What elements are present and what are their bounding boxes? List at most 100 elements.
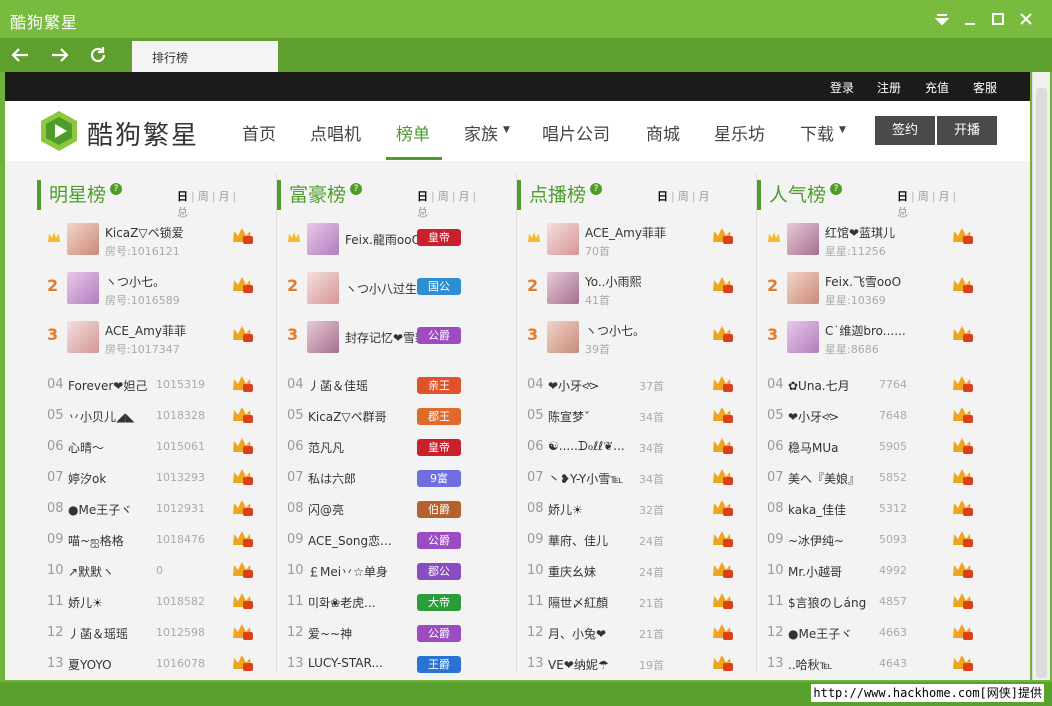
rank-row[interactable]: 04 ✿Una.七月 7764 [725,375,973,403]
avatar[interactable] [307,272,339,304]
user-name[interactable]: 红馆❤蓝琪儿 [825,224,929,241]
help-icon[interactable]: ? [590,183,603,195]
period-tab[interactable]: 周 [678,190,689,203]
user-name[interactable]: ACE_Amy菲菲 [585,224,689,241]
rank-row[interactable]: 10 Mr.小越哥 4992 [725,561,973,589]
vertical-scrollbar[interactable] [1032,72,1050,680]
rank-row[interactable]: 11 隔世〆紅顏 21首 [485,592,733,620]
rank-row[interactable]: 13 VE❤纳妮☂ 19首 [485,654,733,680]
period-tab[interactable]: 日 [657,190,668,203]
period-tab[interactable]: 月 [218,190,229,203]
top-rank-row[interactable]: 2 ヽつ小七。 房号:1016589 [5,272,253,316]
menu-download[interactable]: 下载 [800,120,834,145]
rank-row[interactable]: 05 丷小贝儿◢◣ 1018328 [5,406,253,434]
rank-row[interactable]: 06 稳马MUa 5905 [725,437,973,465]
close-icon[interactable] [1013,6,1039,32]
avatar[interactable] [307,321,339,353]
user-name[interactable]: 丿菡＆佳瑶 [308,377,414,394]
avatar[interactable] [787,272,819,304]
period-tab[interactable]: 总 [177,206,188,219]
top-rank-row[interactable]: 3 ヽつ小七。 39首 [485,321,733,365]
rank-row[interactable]: 12 丿菡＆瑶瑶 1012598 [5,623,253,651]
rank-row[interactable]: 10 ↗默默ヽ 0 [5,561,253,589]
rank-row[interactable]: 09 ACE_Song恋... 公爵 [245,530,485,558]
user-name[interactable]: 미화❀老虎... [308,594,414,611]
user-name[interactable]: 華府、佳儿 [548,532,636,549]
forward-arrow-icon[interactable] [46,41,74,69]
menu-jukebox[interactable]: 点唱机 [310,120,361,145]
rank-row[interactable]: 05 KicaZ▽ペ群哥 郡王 [245,406,485,434]
rank-row[interactable]: 13 夏YOYO 1016078 [5,654,253,680]
period-tab[interactable]: 日 [177,190,188,203]
recharge-link[interactable]: 充值 [925,79,949,96]
help-icon[interactable]: ? [830,183,843,195]
user-name[interactable]: 娇儿☀ [68,594,156,611]
user-name[interactable]: 夏YOYO [68,656,156,673]
period-tab[interactable]: 月 [458,190,469,203]
period-tab[interactable]: 月 [698,190,709,203]
minimize-icon[interactable] [957,6,983,32]
rank-row[interactable]: 12 爱~~神 公爵 [245,623,485,651]
user-name[interactable]: 月、小兔❤ [548,625,636,642]
rank-row[interactable]: 06 范凡凡 皇帝 [245,437,485,465]
user-name[interactable]: 心晴～ [68,439,156,456]
rank-row[interactable]: 11 娇儿☀ 1018582 [5,592,253,620]
user-name[interactable]: ✿Una.七月 [788,377,876,394]
user-name[interactable]: 爱~~神 [308,625,414,642]
period-tab[interactable]: 周 [438,190,449,203]
user-name[interactable]: ACE_Song恋... [308,532,414,549]
maximize-icon[interactable] [985,6,1011,32]
period-tab[interactable]: 日 [417,190,428,203]
rank-row[interactable]: 10 重庆幺妹 24首 [485,561,733,589]
avatar[interactable] [67,321,99,353]
avatar[interactable] [547,223,579,255]
menu-mall[interactable]: 商城 [646,120,680,145]
period-tab[interactable]: 周 [918,190,929,203]
rank-row[interactable]: 08 娇儿☀ 32首 [485,499,733,527]
user-name[interactable]: C˙维迦bro...... [825,322,929,339]
user-name[interactable]: ￡Mei丷☆单身 [308,563,414,580]
menu-home[interactable]: 首页 [242,120,276,145]
user-name[interactable]: 丶❥Y-Y小雪℡ [548,470,636,487]
register-link[interactable]: 注册 [877,79,901,96]
user-name[interactable]: ACE_Amy菲菲 [105,322,209,339]
rank-row[interactable]: 13 LUCY-STAR... 王爵 [245,654,485,680]
user-name[interactable]: KicaZ▽ペ锁爱 [105,224,209,241]
menu-family[interactable]: 家族 [464,120,498,145]
start-broadcast-button[interactable]: 开播 [937,116,997,145]
login-link[interactable]: 登录 [830,79,854,96]
back-arrow-icon[interactable] [6,41,34,69]
period-tab[interactable]: 日 [897,190,908,203]
top-rank-row[interactable]: 2 Feix.飞雪ooO 星星:10369 [725,272,973,316]
user-name[interactable]: KicaZ▽ペ群哥 [308,408,414,425]
avatar[interactable] [787,223,819,255]
top-rank-row[interactable]: Feix.龍雨ooO 皇帝 [245,223,485,267]
rank-row[interactable]: 11 미화❀老虎... 大帝 [245,592,485,620]
rank-row[interactable]: 07 丶❥Y-Y小雪℡ 34首 [485,468,733,496]
user-name[interactable]: ●Me王子ヾ [68,501,156,518]
user-name[interactable]: ..哈秋℡ [788,656,876,673]
scrollbar-thumb[interactable] [1036,88,1047,678]
user-name[interactable]: Feix.飞雪ooO [825,273,929,290]
user-name[interactable]: kaka_佳佳 [788,501,876,518]
user-name[interactable]: $言狼のしáng [788,594,876,611]
service-link[interactable]: 客服 [973,79,997,96]
user-name[interactable]: 稳马MUa [788,439,876,456]
user-name[interactable]: ↗默默ヽ [68,563,156,580]
refresh-icon[interactable] [84,41,112,69]
user-name[interactable]: 喵~ஐ格格 [68,532,156,550]
user-name[interactable]: Mr.小越哥 [788,563,876,580]
rank-row[interactable]: 12 月、小兔❤ 21首 [485,623,733,651]
avatar[interactable] [67,272,99,304]
rank-row[interactable]: 05 ❤小牙<ͯ> 7648 [725,406,973,434]
user-name[interactable]: 重庆幺妹 [548,563,636,580]
top-rank-row[interactable]: 红馆❤蓝琪儿 星星:11256 [725,223,973,267]
rank-row[interactable]: 08 ●Me王子ヾ 1012931 [5,499,253,527]
user-name[interactable]: ヽつ小七。 [105,273,209,290]
rank-row[interactable]: 10 ￡Mei丷☆单身 郡公 [245,561,485,589]
rank-row[interactable]: 12 ●Me王子ヾ 4663 [725,623,973,651]
user-name[interactable]: ~冰伊纯~ [788,532,876,549]
tab-ranking[interactable]: 排行榜 [132,41,278,72]
user-name[interactable]: Forever❤妲己 [68,377,156,394]
period-tab[interactable]: 周 [198,190,209,203]
